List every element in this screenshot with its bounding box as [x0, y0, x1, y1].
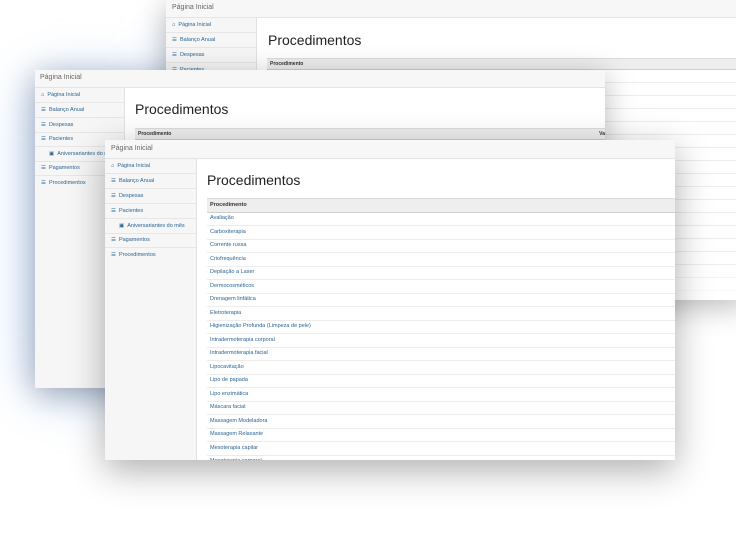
table-row[interactable]: Criofrequência	[207, 253, 675, 267]
sidebar-item-aniversariantes[interactable]: ▣ Aniversariantes do mês	[105, 219, 196, 234]
main-content: Procedimentos Procedimento Avaliação Carb…	[197, 159, 675, 460]
table-row[interactable]: Lipo de papada	[207, 374, 675, 388]
brand-link[interactable]: Página Inicial	[40, 74, 82, 81]
sidebar-item-procedimentos[interactable]: ☰ Procedimentos	[105, 248, 196, 262]
page-title: Procedimentos	[207, 172, 301, 188]
sidebar-item-home[interactable]: ⌂ Página Inicial	[166, 18, 256, 33]
sidebar: ⌂ Página Inicial ☰ Balanço Anual ☰ Despesas…	[105, 159, 197, 460]
sidebar-item-home[interactable]: ⌂ Página Inicial	[35, 88, 124, 103]
sidebar-item-despesas[interactable]: ☰ Despesas	[35, 118, 124, 133]
table-row[interactable]: Eletroterapia	[207, 307, 675, 321]
table-row[interactable]: Depilação a Laser	[207, 266, 675, 280]
table-row[interactable]: Máscara facial	[207, 401, 675, 415]
sidebar-item-balanco[interactable]: ☰ Balanço Anual	[166, 33, 256, 48]
sidebar-item-despesas[interactable]: ☰ Despesas	[166, 48, 256, 63]
table-header: Procedimento Va	[135, 128, 605, 140]
window-front: Página Inicial ⌂ Página Inicial ☰ Balanço …	[105, 140, 675, 460]
table-row[interactable]: Mesoterapia capilar	[207, 442, 675, 456]
table-row[interactable]: Massagem Relaxante	[207, 428, 675, 442]
title-bar: Página Inicial	[166, 0, 736, 18]
sidebar-item-home[interactable]: ⌂ Página Inicial	[105, 159, 196, 174]
list-icon: ☰	[172, 52, 177, 58]
table-row[interactable]: Mesoterapia corporal	[207, 455, 675, 460]
table-row[interactable]: Dermocosméticos	[207, 280, 675, 294]
table-row[interactable]: Massagem Modeladora	[207, 415, 675, 429]
table-header: Procedimento	[267, 58, 736, 70]
list-icon: ☰	[111, 237, 116, 243]
home-icon: ⌂	[172, 22, 176, 28]
table-row[interactable]: Corrente russa	[207, 239, 675, 253]
sidebar-item-balanco[interactable]: ☰ Balanço Anual	[35, 103, 124, 118]
table-row[interactable]: Lipo enzimática	[207, 388, 675, 402]
list-icon: ☰	[111, 178, 116, 184]
title-bar: Página Inicial	[105, 140, 675, 159]
page-title: Procedimentos	[268, 32, 362, 48]
sidebar-item-balanco[interactable]: ☰ Balanço Anual	[105, 174, 196, 189]
table-row[interactable]: Drenagem linfática	[207, 293, 675, 307]
brand-link[interactable]: Página Inicial	[172, 4, 214, 11]
title-bar: Página Inicial	[35, 70, 605, 88]
brand-link[interactable]: Página Inicial	[111, 145, 153, 152]
table-row[interactable]: Carboxiterapia	[207, 226, 675, 240]
list-icon: ☰	[41, 136, 46, 142]
page-title: Procedimentos	[135, 101, 229, 117]
sidebar-item-pacientes[interactable]: ☰Pacientes	[105, 204, 196, 219]
list-icon: ☰	[111, 208, 116, 214]
table-row[interactable]: Lipocavitação	[207, 361, 675, 375]
home-icon: ⌂	[111, 163, 115, 169]
list-icon: ☰	[41, 165, 46, 171]
sidebar-item-despesas[interactable]: ☰ Despesas	[105, 189, 196, 204]
list-icon: ☰	[41, 180, 46, 186]
list-icon: ☰	[41, 122, 46, 128]
table-row[interactable]: Avaliação	[207, 212, 675, 226]
birthday-cake-icon: ▣	[49, 151, 55, 157]
birthday-cake-icon: ▣	[119, 223, 125, 229]
list-icon: ☰	[111, 193, 116, 199]
table-row[interactable]: Intradermoterapia corporal	[207, 334, 675, 348]
table-row[interactable]: Intradermoterapia facial	[207, 347, 675, 361]
list-icon: ☰	[172, 37, 177, 43]
sidebar-item-pagamentos[interactable]: ☰ Pagamentos	[105, 233, 196, 248]
column-valor: Va	[599, 131, 605, 137]
list-icon: ☰	[111, 252, 116, 258]
list-icon: ☰	[41, 107, 46, 113]
table-header: Procedimento	[207, 198, 675, 213]
table-row[interactable]: Higienização Profunda (Limpeza de pele)	[207, 320, 675, 334]
home-icon: ⌂	[41, 92, 45, 98]
